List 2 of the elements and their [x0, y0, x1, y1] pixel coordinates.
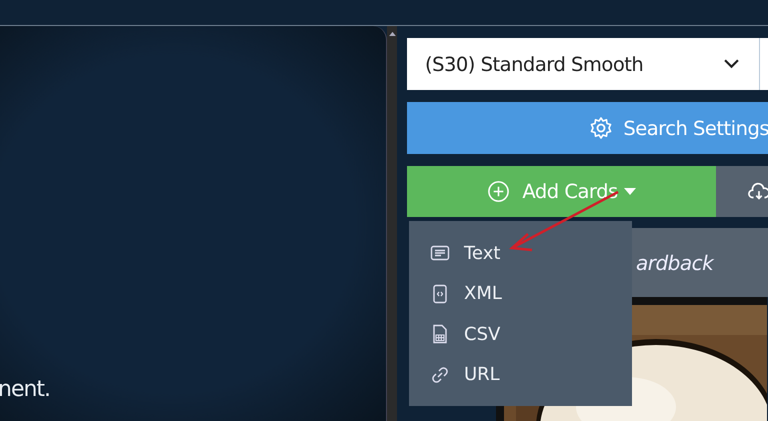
select-value: (S30) Standard Smooth	[425, 52, 644, 76]
panel-text: nent.	[0, 377, 50, 402]
